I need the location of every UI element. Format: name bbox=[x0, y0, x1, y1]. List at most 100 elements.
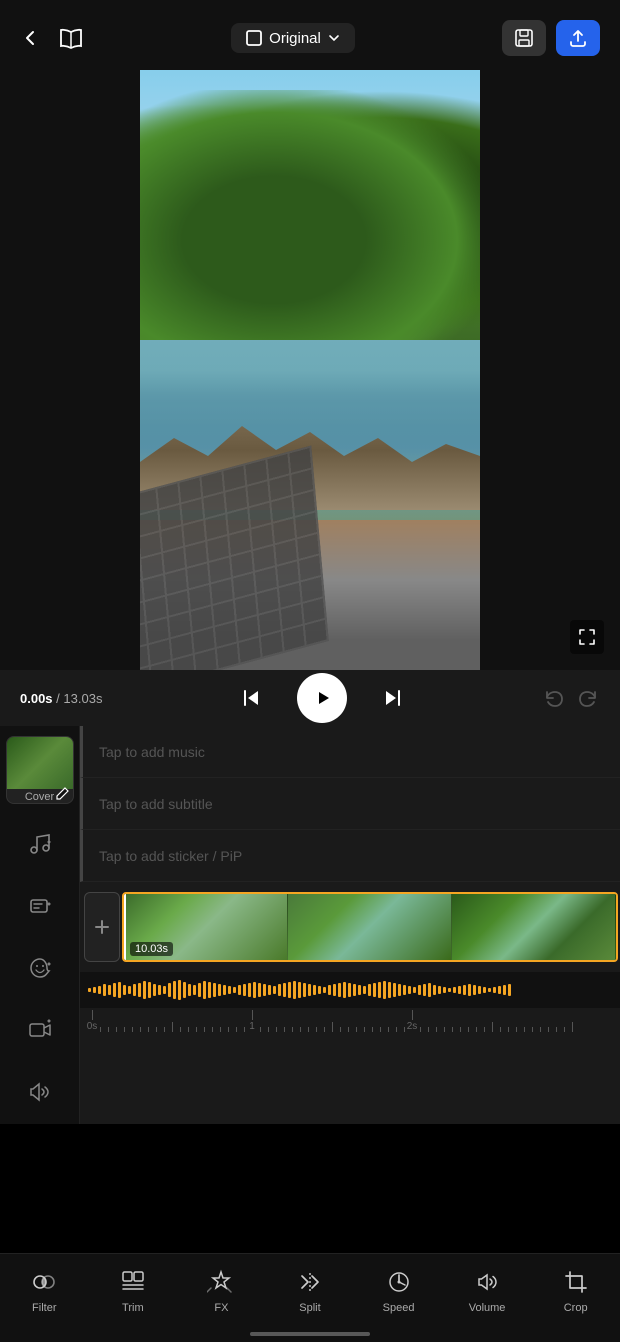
ruler-mark bbox=[104, 1027, 112, 1032]
waveform-bar bbox=[378, 982, 381, 998]
ruler-tick bbox=[132, 1027, 133, 1032]
ruler-tick bbox=[412, 1010, 413, 1020]
add-subtitle-tool[interactable] bbox=[18, 884, 62, 928]
waveform-bar bbox=[388, 982, 391, 998]
ruler-mark bbox=[192, 1027, 200, 1032]
ruler-mark bbox=[456, 1027, 464, 1032]
waveform-bar bbox=[403, 985, 406, 995]
waveform-bar bbox=[313, 985, 316, 995]
ruler-mark bbox=[504, 1027, 512, 1032]
waveform-bar bbox=[493, 987, 496, 993]
waveform-bar bbox=[438, 986, 441, 994]
ruler-mark bbox=[200, 1027, 208, 1032]
ruler-mark bbox=[480, 1027, 488, 1032]
waveform-bar bbox=[418, 985, 421, 995]
ruler-mark: 2s bbox=[408, 1010, 416, 1032]
time-separator: / bbox=[56, 691, 60, 706]
volume-tool[interactable] bbox=[18, 1070, 62, 1114]
ruler-mark bbox=[272, 1027, 280, 1032]
ruler-mark bbox=[536, 1027, 544, 1032]
ruler-tick bbox=[572, 1022, 573, 1032]
waveform-bar bbox=[153, 984, 156, 996]
ruler-tick bbox=[324, 1027, 325, 1032]
music-track[interactable]: Tap to add music bbox=[80, 726, 620, 778]
ruler-tick bbox=[476, 1027, 477, 1032]
ruler-mark bbox=[360, 1027, 368, 1032]
back-button[interactable] bbox=[20, 28, 40, 48]
waveform-bar bbox=[328, 985, 331, 995]
ruler-tick bbox=[228, 1027, 229, 1032]
waveform-bar bbox=[233, 987, 236, 993]
ruler-mark bbox=[160, 1027, 168, 1032]
ruler-mark bbox=[256, 1027, 264, 1032]
undo-button[interactable] bbox=[542, 687, 564, 709]
aspect-ratio-selector[interactable]: Original bbox=[231, 23, 355, 53]
ruler-mark bbox=[280, 1027, 288, 1032]
crop-tool[interactable]: Crop bbox=[546, 1266, 606, 1314]
waveform-bar bbox=[113, 983, 116, 997]
play-button[interactable] bbox=[297, 673, 347, 723]
ruler-mark bbox=[288, 1027, 296, 1032]
ruler-mark bbox=[464, 1027, 472, 1032]
waveform-bar bbox=[203, 981, 206, 999]
ruler-mark bbox=[568, 1022, 576, 1032]
add-music-tool[interactable] bbox=[18, 822, 62, 866]
ruler-mark bbox=[128, 1027, 136, 1032]
waveform-bar bbox=[208, 982, 211, 998]
waveform-bar bbox=[183, 982, 186, 998]
volume-bottom-icon bbox=[473, 1266, 501, 1298]
sticker-track[interactable]: Tap to add sticker / PiP bbox=[80, 830, 620, 882]
ruler-tick bbox=[276, 1027, 277, 1032]
add-sticker-tool[interactable] bbox=[18, 946, 62, 990]
ruler-tick bbox=[212, 1027, 213, 1032]
fullscreen-button[interactable] bbox=[570, 620, 604, 654]
ruler-tick bbox=[556, 1027, 557, 1032]
ruler-tick bbox=[452, 1027, 453, 1032]
skip-back-button[interactable] bbox=[229, 676, 273, 720]
volume-bottom-tool[interactable]: Volume bbox=[457, 1266, 517, 1314]
ruler-mark bbox=[376, 1027, 384, 1032]
waveform-bar bbox=[448, 988, 451, 992]
clip-playhead bbox=[124, 894, 126, 960]
waveform-bar bbox=[188, 984, 191, 996]
waveform-bar bbox=[338, 983, 341, 997]
waveform-bar bbox=[393, 983, 396, 997]
trim-tool[interactable]: Trim bbox=[103, 1266, 163, 1314]
subtitle-track[interactable]: Tap to add subtitle bbox=[80, 778, 620, 830]
add-video-tool[interactable] bbox=[18, 1008, 62, 1052]
ruler-mark bbox=[312, 1027, 320, 1032]
ruler-mark bbox=[328, 1022, 336, 1032]
ruler-tick bbox=[484, 1027, 485, 1032]
speed-tool[interactable]: Speed bbox=[369, 1266, 429, 1314]
video-track: 10.03s bbox=[80, 882, 620, 972]
ruler-mark bbox=[384, 1027, 392, 1032]
ruler-tick bbox=[372, 1027, 373, 1032]
split-tool[interactable]: Split bbox=[280, 1266, 340, 1314]
ruler-mark bbox=[320, 1027, 328, 1032]
export-button[interactable] bbox=[556, 20, 600, 56]
waveform-bar bbox=[428, 983, 431, 997]
ruler-tick bbox=[380, 1027, 381, 1032]
ruler-mark bbox=[392, 1027, 400, 1032]
waveform-bar bbox=[133, 984, 136, 996]
fx-tool[interactable]: FX bbox=[191, 1266, 251, 1314]
clip-add-button[interactable] bbox=[84, 892, 120, 962]
skip-forward-button[interactable] bbox=[371, 676, 415, 720]
save-button[interactable] bbox=[502, 20, 546, 56]
split-label: Split bbox=[299, 1302, 320, 1314]
cover-thumbnail[interactable]: Cover bbox=[6, 736, 74, 804]
waveform-bar bbox=[273, 986, 276, 994]
video-clip[interactable]: 10.03s bbox=[122, 892, 618, 962]
book-button[interactable] bbox=[58, 27, 84, 49]
ruler-mark bbox=[544, 1027, 552, 1032]
waveform-bar bbox=[118, 982, 121, 998]
waveform-bar bbox=[93, 987, 96, 993]
waveform-bar bbox=[483, 987, 486, 993]
waveform-bar bbox=[163, 986, 166, 994]
sticker-add-icon bbox=[28, 956, 52, 980]
redo-button[interactable] bbox=[578, 687, 600, 709]
waveform-bar bbox=[368, 984, 371, 996]
filter-tool[interactable]: Filter bbox=[14, 1266, 74, 1314]
ruler-tick bbox=[220, 1027, 221, 1032]
ruler-tick bbox=[108, 1027, 109, 1032]
